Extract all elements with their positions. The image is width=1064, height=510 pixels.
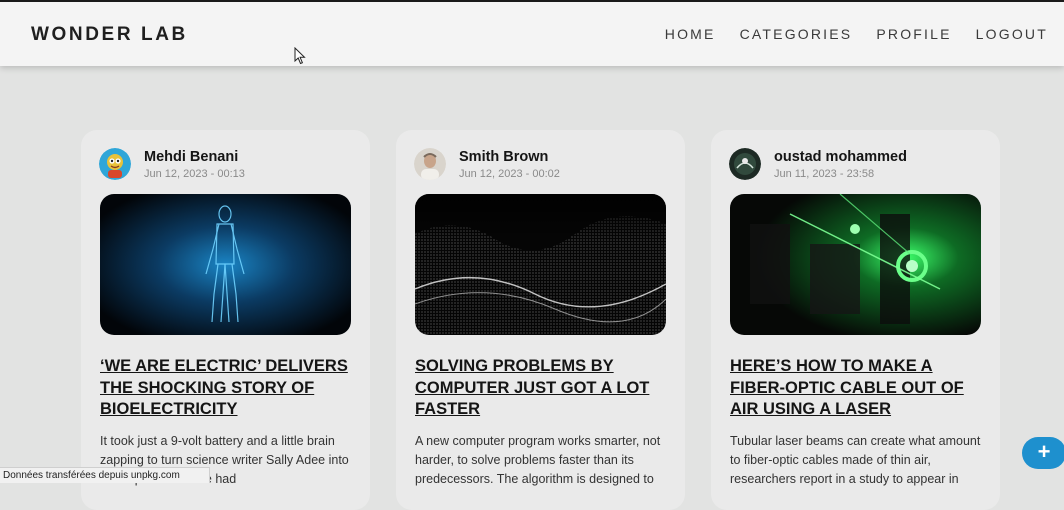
post-card[interactable]: oustad mohammed Jun 11, 2023 - 23:58 HER… [711, 130, 1000, 510]
nav-links: HOME CATEGORIES PROFILE LOGOUT [641, 26, 1048, 42]
browser-status-bar: Données transférées depuis unpkg.com [0, 467, 210, 483]
post-date: Jun 12, 2023 - 00:02 [459, 168, 560, 180]
avatar[interactable] [99, 148, 131, 180]
post-image[interactable] [415, 194, 666, 335]
avatar[interactable] [729, 148, 761, 180]
post-date: Jun 12, 2023 - 00:13 [144, 168, 245, 180]
mouse-cursor-icon [294, 47, 306, 65]
author-name[interactable]: Mehdi Benani [144, 149, 238, 165]
brand-logo[interactable]: WONDER LAB [31, 24, 188, 46]
navbar: WONDER LAB HOME CATEGORIES PROFILE LOGOU… [0, 2, 1064, 66]
dark-photo-avatar-icon [729, 148, 761, 180]
post-excerpt: A new computer program works smarter, no… [415, 434, 661, 486]
post-card[interactable]: Smith Brown Jun 12, 2023 - 00:02 SOLVING… [396, 130, 685, 510]
post-title-link[interactable]: HERE’S HOW TO MAKE A FIBER-OPTIC CABLE O… [730, 356, 990, 421]
author-name[interactable]: oustad mohammed [774, 149, 907, 165]
post-image[interactable] [730, 194, 981, 335]
nav-home-link[interactable]: HOME [665, 26, 716, 42]
person-photo-avatar-icon [414, 148, 446, 180]
cartoon-avatar-icon [99, 148, 131, 180]
post-date: Jun 11, 2023 - 23:58 [774, 168, 875, 180]
nav-logout-link[interactable]: LOGOUT [976, 26, 1048, 42]
avatar[interactable] [414, 148, 446, 180]
post-title-link[interactable]: SOLVING PROBLEMS BY COMPUTER JUST GOT A … [415, 356, 675, 421]
post-title-link[interactable]: ‘WE ARE ELECTRIC’ DELIVERS THE SHOCKING … [100, 356, 360, 421]
author-name[interactable]: Smith Brown [459, 149, 548, 165]
glowing-body-image [100, 194, 351, 335]
laser-lab-image [730, 194, 981, 335]
post-excerpt: Tubular laser beams can create what amou… [730, 434, 981, 486]
particle-wave-image [415, 194, 666, 335]
post-card[interactable]: Mehdi Benani Jun 12, 2023 - 00:13 ‘WE AR… [81, 130, 370, 510]
add-post-button[interactable]: + [1022, 437, 1064, 469]
post-image[interactable] [100, 194, 351, 335]
nav-profile-link[interactable]: PROFILE [876, 26, 951, 42]
nav-categories-link[interactable]: CATEGORIES [740, 26, 853, 42]
